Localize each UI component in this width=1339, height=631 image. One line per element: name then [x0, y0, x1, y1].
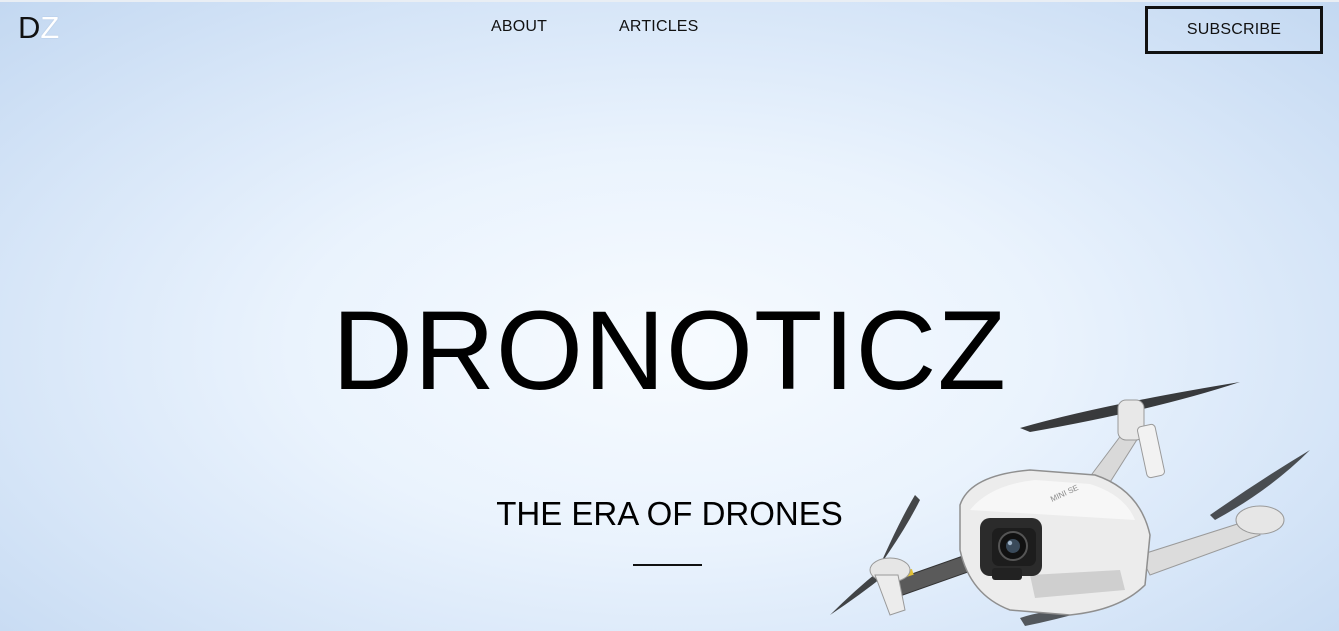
hero-divider: [633, 564, 702, 566]
nav-articles-link[interactable]: ARTICLES: [619, 18, 699, 36]
site-logo[interactable]: DZ: [18, 10, 59, 46]
subscribe-button[interactable]: SUBSCRIBE: [1145, 6, 1323, 54]
nav-about-link[interactable]: ABOUT: [491, 18, 547, 36]
drone-image: MINI SE: [830, 382, 1310, 626]
logo-letter-z: Z: [40, 10, 60, 45]
logo-letter-d: D: [18, 10, 41, 45]
drone-camera-gimbal: [980, 518, 1042, 580]
top-frame-line: [0, 0, 1339, 2]
propeller-left: [830, 495, 920, 615]
